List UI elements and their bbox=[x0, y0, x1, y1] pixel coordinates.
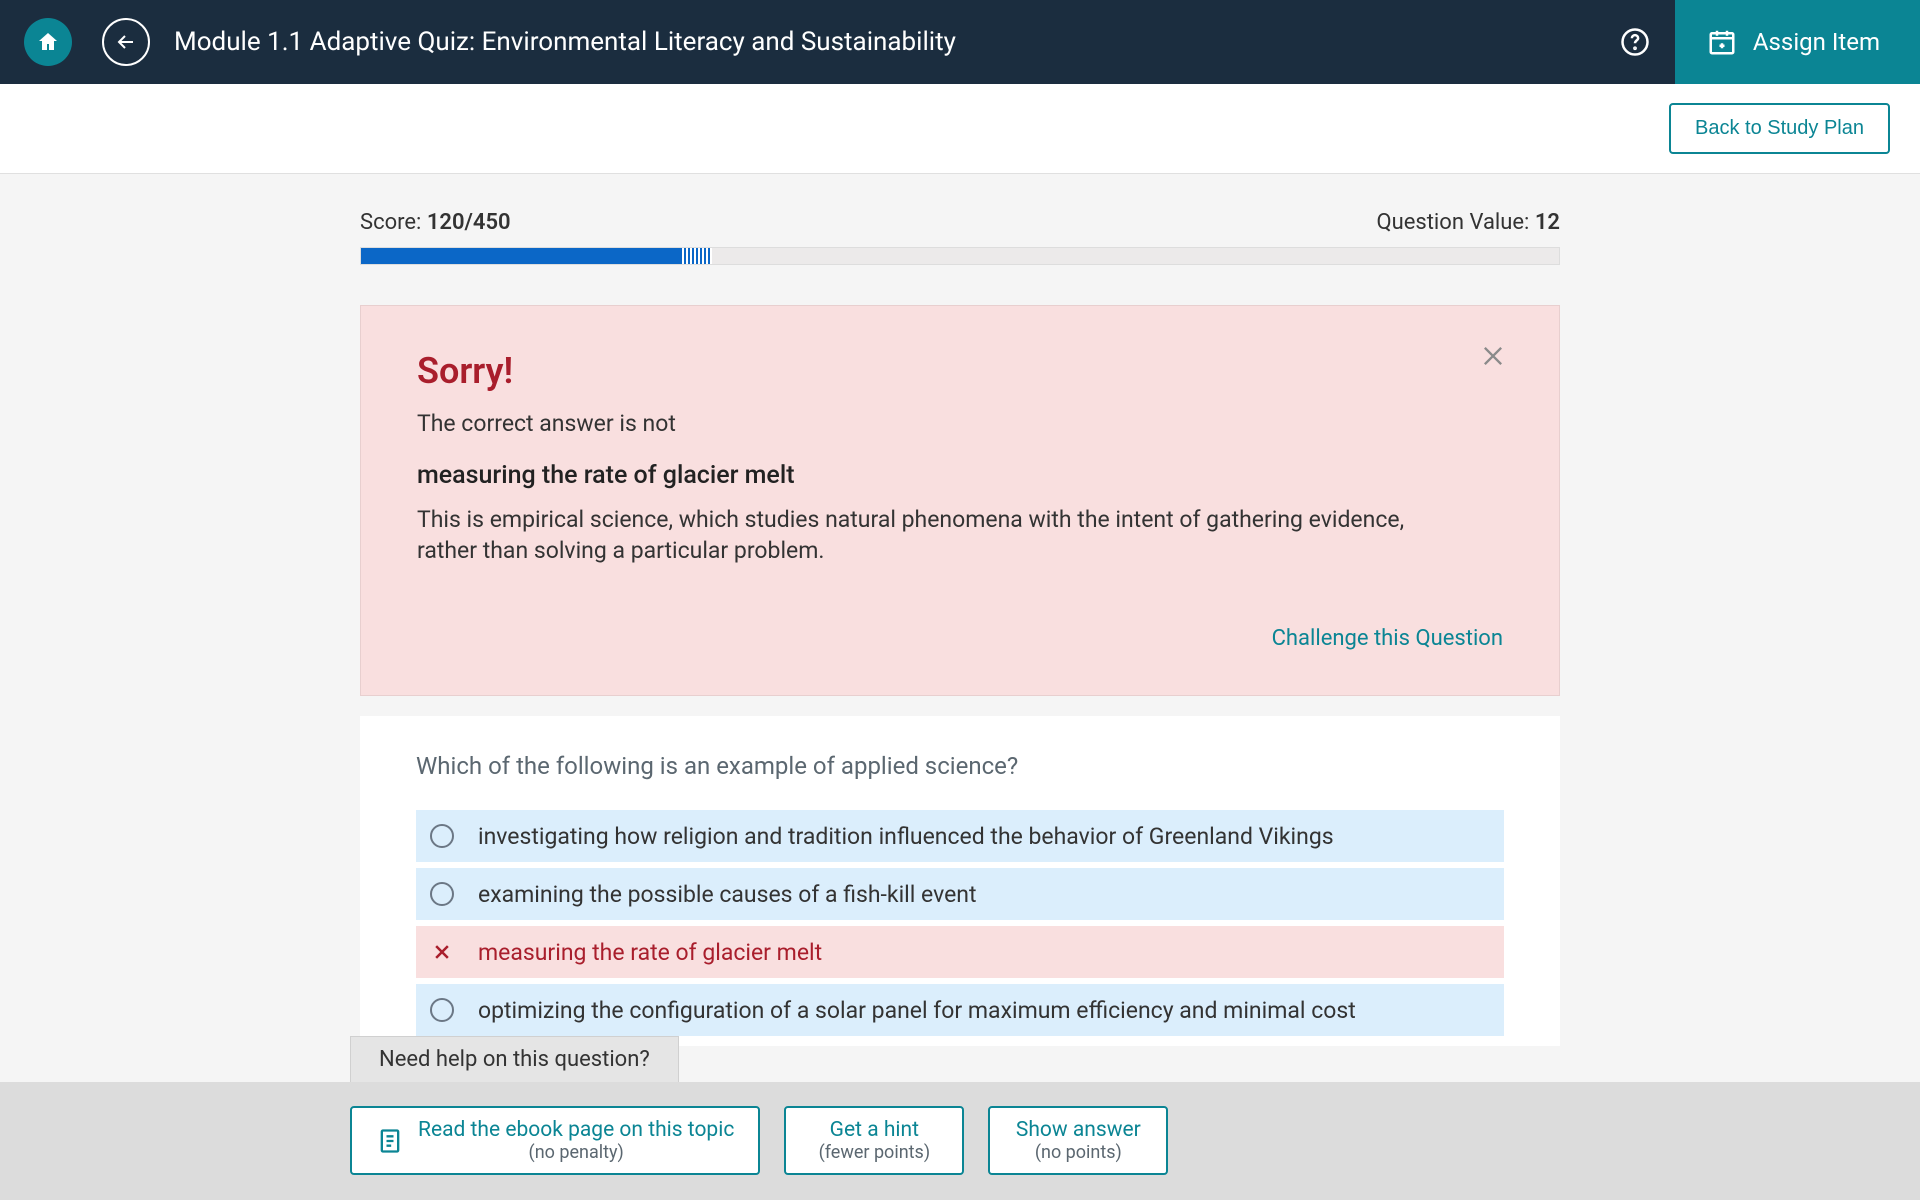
feedback-heading: Sorry! bbox=[417, 350, 1503, 392]
radio-icon bbox=[430, 998, 454, 1022]
close-icon bbox=[1479, 342, 1507, 370]
option-2: measuring the rate of glacier melt bbox=[416, 926, 1504, 978]
x-mark-icon bbox=[430, 940, 454, 964]
option-1[interactable]: examining the possible causes of a fish-… bbox=[416, 868, 1504, 920]
option-label: examining the possible causes of a fish-… bbox=[478, 881, 977, 908]
question-value-text: Question Value: 12 bbox=[1376, 210, 1560, 235]
back-button[interactable] bbox=[102, 18, 150, 66]
arrow-left-icon bbox=[114, 30, 138, 54]
feedback-explanation: This is empirical science, which studies… bbox=[417, 504, 1457, 566]
read-ebook-button[interactable]: Read the ebook page on this topic (no pe… bbox=[350, 1106, 760, 1175]
option-label: optimizing the configuration of a solar … bbox=[478, 997, 1356, 1024]
main-content: Score: 120/450 Question Value: 12 Sorry!… bbox=[360, 174, 1560, 1046]
calendar-plus-icon bbox=[1707, 27, 1737, 57]
option-label: investigating how religion and tradition… bbox=[478, 823, 1334, 850]
option-3[interactable]: optimizing the configuration of a solar … bbox=[416, 984, 1504, 1036]
bottom-help-bar: Read the ebook page on this topic (no pe… bbox=[0, 1082, 1920, 1200]
radio-icon bbox=[430, 882, 454, 906]
home-icon bbox=[36, 30, 60, 54]
help-button[interactable] bbox=[1611, 18, 1659, 66]
progress-solid bbox=[361, 248, 680, 264]
challenge-question-link[interactable]: Challenge this Question bbox=[1272, 626, 1503, 651]
help-icon bbox=[1620, 27, 1650, 57]
read-ebook-label: Read the ebook page on this topic bbox=[418, 1118, 734, 1142]
option-0[interactable]: investigating how religion and tradition… bbox=[416, 810, 1504, 862]
back-to-study-plan-button[interactable]: Back to Study Plan bbox=[1669, 103, 1890, 154]
close-feedback-button[interactable] bbox=[1479, 342, 1511, 374]
option-label: measuring the rate of glacier melt bbox=[478, 939, 822, 966]
challenge-row: Challenge this Question bbox=[417, 626, 1503, 651]
help-tab-label: Need help on this question? bbox=[350, 1036, 679, 1082]
feedback-wrong-answer: measuring the rate of glacier melt bbox=[417, 461, 1503, 490]
ebook-icon bbox=[376, 1127, 404, 1155]
home-button[interactable] bbox=[24, 18, 72, 66]
get-hint-sublabel: (fewer points) bbox=[819, 1142, 931, 1163]
score-row: Score: 120/450 Question Value: 12 bbox=[360, 210, 1560, 235]
assign-item-label: Assign Item bbox=[1753, 28, 1880, 56]
get-hint-button[interactable]: Get a hint (fewer points) bbox=[784, 1106, 964, 1175]
get-hint-label: Get a hint bbox=[830, 1118, 919, 1142]
question-text: Which of the following is an example of … bbox=[416, 752, 1504, 780]
read-ebook-sublabel: (no penalty) bbox=[529, 1142, 624, 1163]
feedback-panel: Sorry! The correct answer is not measuri… bbox=[360, 305, 1560, 696]
score-text: Score: 120/450 bbox=[360, 210, 511, 235]
page-title: Module 1.1 Adaptive Quiz: Environmental … bbox=[174, 27, 956, 57]
progress-stripes bbox=[680, 248, 712, 264]
show-answer-button[interactable]: Show answer (no points) bbox=[988, 1106, 1168, 1175]
sub-bar: Back to Study Plan bbox=[0, 84, 1920, 174]
show-answer-label: Show answer bbox=[1016, 1118, 1141, 1142]
top-bar: Module 1.1 Adaptive Quiz: Environmental … bbox=[0, 0, 1920, 84]
progress-bar bbox=[360, 247, 1560, 265]
options-list: investigating how religion and tradition… bbox=[416, 810, 1504, 1036]
assign-item-button[interactable]: Assign Item bbox=[1675, 0, 1920, 84]
show-answer-sublabel: (no points) bbox=[1035, 1142, 1122, 1163]
feedback-subtitle: The correct answer is not bbox=[417, 410, 1503, 437]
radio-icon bbox=[430, 824, 454, 848]
question-panel: Which of the following is an example of … bbox=[360, 716, 1560, 1046]
